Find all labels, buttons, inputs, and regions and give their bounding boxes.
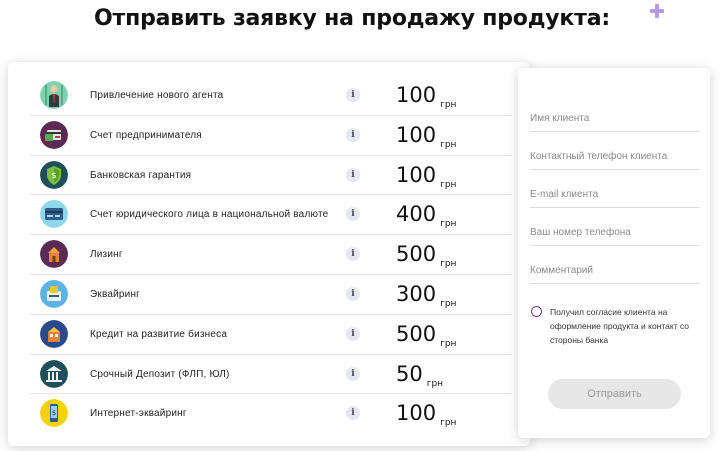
entrepreneur-account-icon: [40, 120, 68, 149]
currency-label: грн: [440, 100, 457, 110]
info-icon[interactable]: i: [346, 406, 360, 421]
svg-text:$: $: [52, 409, 56, 417]
agent-person-icon: [40, 81, 68, 109]
product-row[interactable]: Счет юридического лица в национальной ва…: [30, 195, 512, 236]
product-name: Кредит на развитие бизнеса: [90, 328, 228, 340]
plus-decoration-icon: [650, 4, 664, 18]
products-list: Привлечение нового агента i 100 грн Счет …: [8, 62, 530, 446]
your-phone-field: [530, 220, 700, 246]
product-name: Лизинг: [90, 249, 123, 261]
comment-field: [530, 258, 700, 284]
mobile-payment-icon: $: [40, 399, 68, 428]
client-name-input[interactable]: [530, 106, 700, 130]
product-name: Привлечение нового агента: [90, 90, 224, 101]
consent-checkbox-row: Получил согласие клиента на оформление п…: [530, 302, 698, 350]
product-row[interactable]: Эквайринг i 300 грн: [30, 275, 512, 315]
product-name: Счет юридического лица в национальной ва…: [90, 209, 329, 221]
info-icon[interactable]: i: [346, 127, 360, 142]
client-name-field: [530, 106, 700, 132]
svg-text:$: $: [51, 171, 56, 180]
product-price: 400 грн: [396, 202, 457, 230]
consent-checkbox[interactable]: [531, 306, 542, 317]
application-form: Получил согласие клиента на оформление п…: [518, 68, 710, 438]
client-phone-input[interactable]: [530, 144, 700, 168]
currency-label: грн: [440, 418, 457, 429]
product-price: 500 грн: [396, 242, 457, 270]
client-phone-field: [530, 144, 700, 170]
leasing-building-icon: [40, 240, 68, 269]
product-price: 100 грн: [396, 83, 457, 110]
bank-columns-icon: [40, 359, 68, 388]
product-row[interactable]: Привлечение нового агента i 100 грн: [30, 76, 512, 116]
consent-label: Получил согласие клиента на оформление п…: [550, 307, 690, 345]
info-icon[interactable]: i: [346, 247, 360, 262]
client-email-input[interactable]: [530, 182, 700, 206]
product-name: Счет предпринимателя: [90, 129, 202, 141]
credit-card-icon: [40, 200, 68, 229]
client-email-field: [530, 182, 700, 208]
product-price: 100 грн: [396, 162, 457, 190]
info-icon[interactable]: i: [346, 207, 360, 222]
product-name: Эквайринг: [90, 288, 141, 300]
comment-input[interactable]: [530, 258, 700, 282]
your-phone-input[interactable]: [530, 220, 700, 244]
product-price: 100 грн: [396, 401, 457, 429]
currency-label: грн: [440, 139, 457, 150]
product-price: 300 грн: [396, 281, 457, 309]
product-row[interactable]: $ Банковская гарантия i 100 грн: [30, 156, 512, 196]
currency-label: грн: [440, 259, 457, 270]
product-price: 50 грн: [396, 361, 444, 389]
currency-label: грн: [440, 298, 457, 309]
business-credit-icon: [40, 319, 68, 348]
info-icon[interactable]: i: [346, 88, 360, 102]
product-row[interactable]: Счет предпринимателя i 100 грн: [30, 116, 512, 156]
currency-label: грн: [440, 179, 457, 190]
currency-label: грн: [440, 219, 457, 230]
pos-terminal-icon: [40, 279, 68, 308]
product-name: Срочный Депозит (ФЛП, ЮЛ): [90, 368, 230, 380]
product-name: Банковская гарантия: [90, 169, 192, 181]
product-row[interactable]: Срочный Депозит (ФЛП, ЮЛ) i 50 грн: [30, 355, 512, 395]
product-price: 100 грн: [396, 122, 457, 150]
product-name: Интернет-эквайринг: [90, 408, 187, 420]
product-price: 500 грн: [396, 321, 457, 349]
info-icon[interactable]: i: [346, 326, 360, 341]
bank-guarantee-shield-icon: $: [40, 160, 68, 189]
product-row[interactable]: Лизинг i 500 грн: [30, 235, 512, 275]
currency-label: грн: [440, 338, 457, 349]
info-icon[interactable]: i: [346, 167, 360, 182]
page-title: Отправить заявку на продажу продукта:: [94, 6, 610, 31]
product-row[interactable]: Кредит на развитие бизнеса i 500 грн: [30, 315, 512, 355]
info-icon[interactable]: i: [346, 366, 360, 381]
product-row[interactable]: $ Интернет-эквайринг i 100 грн: [30, 394, 512, 434]
info-icon[interactable]: i: [346, 286, 360, 301]
submit-button[interactable]: Отправить: [548, 379, 681, 409]
currency-label: грн: [426, 378, 444, 389]
